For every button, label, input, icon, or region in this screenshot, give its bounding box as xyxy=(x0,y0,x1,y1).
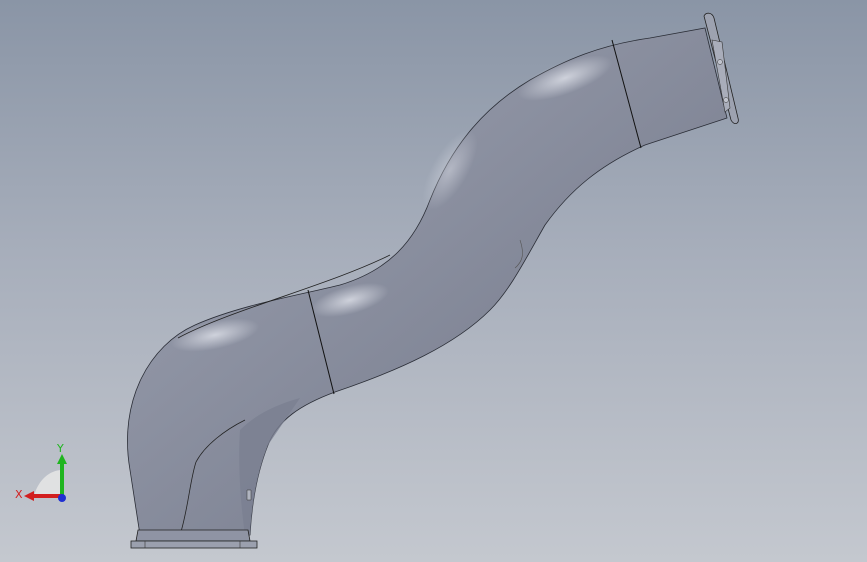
top-flange-bolt-upper xyxy=(717,59,723,65)
bottom-flange-bolt xyxy=(246,489,252,501)
bottom-flange-plate[interactable] xyxy=(130,540,258,549)
pipe-body[interactable] xyxy=(127,27,728,536)
triad-y-label: Y xyxy=(56,442,64,455)
pipe-model[interactable] xyxy=(0,0,867,562)
triad-z-axis-icon xyxy=(58,494,66,502)
triad-y-arrow-icon xyxy=(57,454,67,464)
bottom-flange-top[interactable] xyxy=(135,529,251,542)
coordinate-triad: Y X xyxy=(15,442,67,502)
top-flange-bolt-lower xyxy=(723,97,729,103)
graphics-viewport[interactable]: Y X xyxy=(0,0,867,562)
triad-x-label: X xyxy=(15,488,23,501)
triad-x-arrow-icon xyxy=(24,491,34,501)
triad-plane-icon xyxy=(34,470,62,496)
